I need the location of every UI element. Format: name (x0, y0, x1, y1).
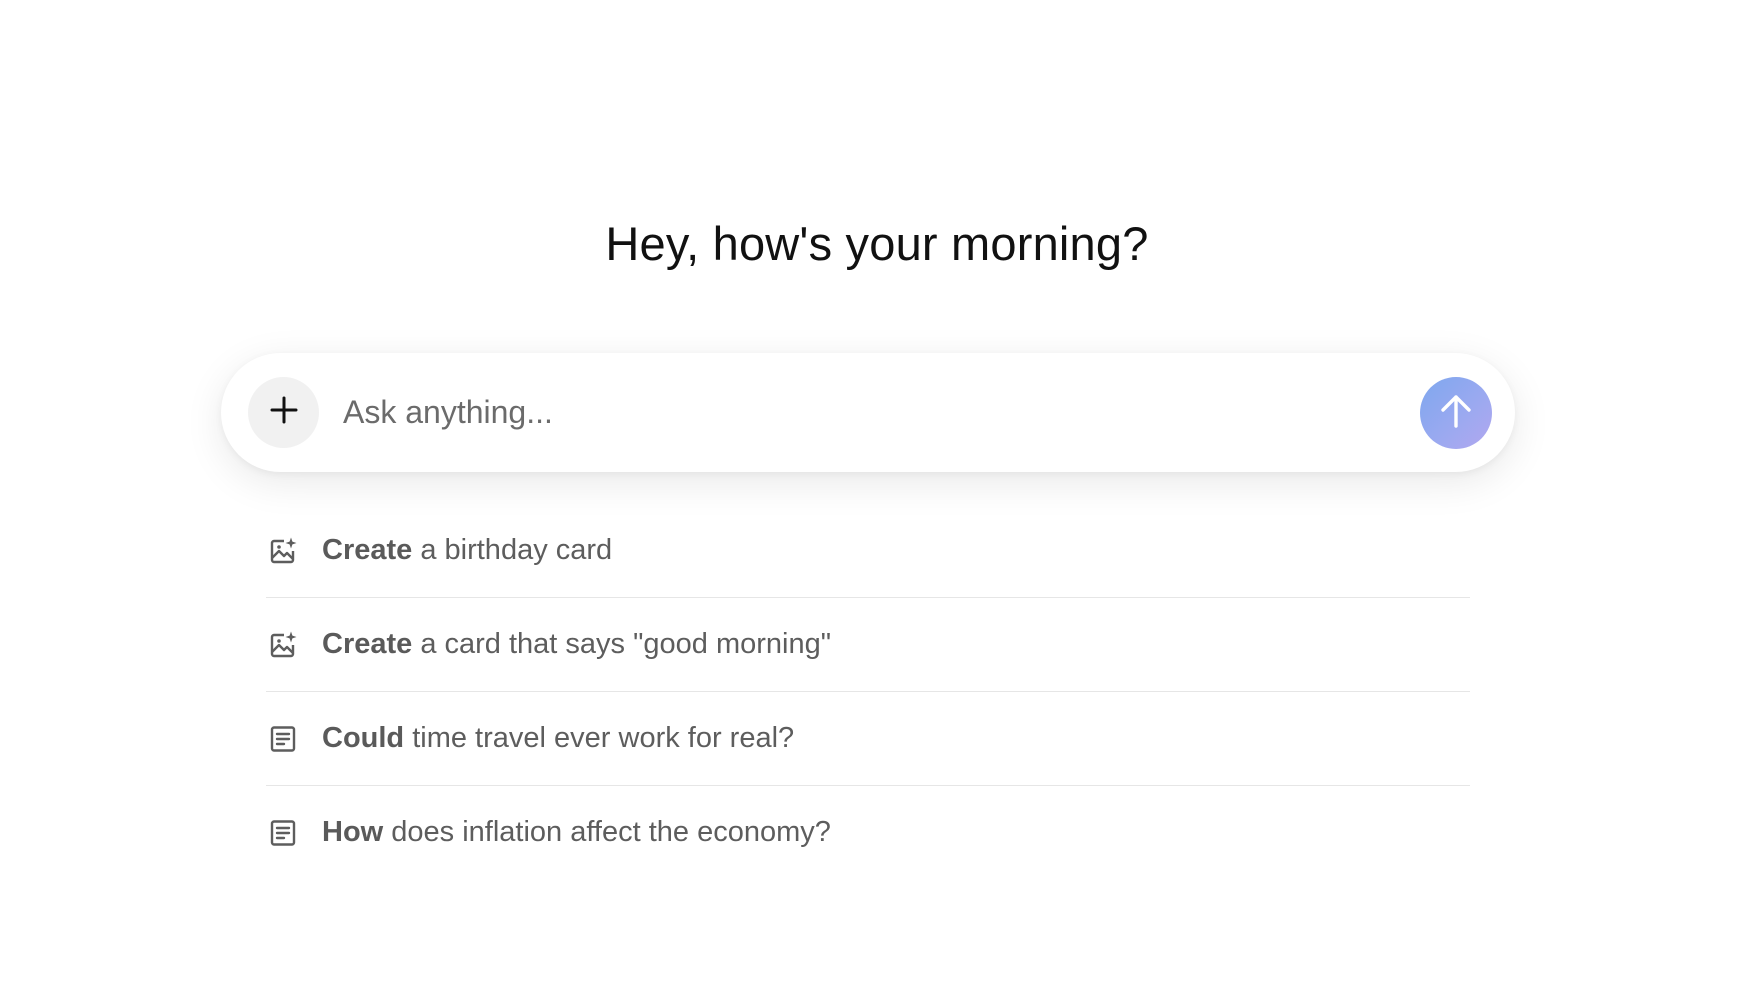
suggestion-verb: Could (322, 722, 405, 754)
suggestion-rest: time travel ever work for real? (404, 722, 795, 754)
arrow-up-icon (1436, 391, 1476, 436)
suggestion-verb: How (322, 816, 384, 848)
suggestion-verb: Create (322, 628, 413, 660)
page: Hey, how's your morning? Ask anything...… (0, 0, 1754, 992)
image-sparkle-icon (267, 629, 299, 661)
send-button[interactable] (1420, 377, 1492, 449)
suggestion-item[interactable]: Create a card that says "good morning" (266, 598, 1470, 692)
add-attachment-button[interactable] (248, 377, 319, 448)
document-icon (267, 817, 299, 849)
suggestion-text: How does inflation affect the economy? (322, 816, 831, 849)
composer-box (221, 353, 1515, 472)
suggestion-rest: a birthday card (412, 534, 613, 566)
suggestion-verb: Create (322, 534, 413, 566)
suggestion-rest: a card that says "good morning" (412, 628, 832, 660)
suggestion-list: Create a birthday card Create a card tha… (266, 504, 1470, 879)
suggestion-item[interactable]: Could time travel ever work for real? (266, 692, 1470, 786)
plus-icon (269, 395, 299, 430)
suggestion-text: Could time travel ever work for real? (322, 722, 794, 755)
suggestion-text: Create a card that says "good morning" (322, 628, 831, 661)
image-sparkle-icon (267, 535, 299, 567)
document-icon (267, 723, 299, 755)
ask-input[interactable] (343, 383, 1343, 441)
suggestion-rest: does inflation affect the economy? (383, 816, 831, 848)
greeting-heading: Hey, how's your morning? (605, 217, 1149, 270)
suggestion-text: Create a birthday card (322, 534, 612, 567)
suggestion-item[interactable]: How does inflation affect the economy? (266, 786, 1470, 879)
suggestion-item[interactable]: Create a birthday card (266, 504, 1470, 598)
